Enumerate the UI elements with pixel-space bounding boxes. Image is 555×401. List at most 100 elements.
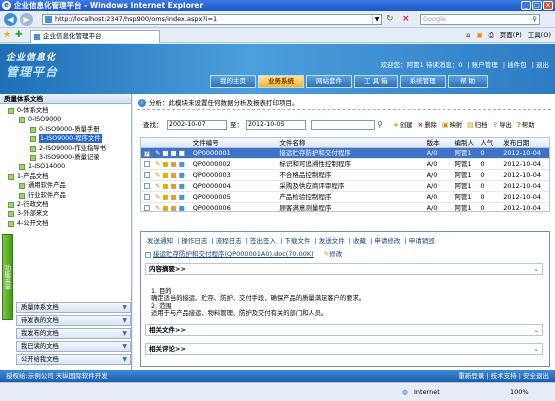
relogin-link[interactable]: 重新登录	[458, 372, 484, 380]
table-row[interactable]: ✎ ■ ■ ■ QP0000002 标识和可追溯性控制程序 A/0 阿管1 0 2012-10-0…	[141, 159, 549, 170]
edit-icon[interactable]: ✎	[155, 204, 160, 211]
cell-name[interactable]: 标识和可追溯性控制程序	[279, 159, 426, 169]
header-number[interactable]: 文件编号	[193, 138, 280, 147]
tree-node[interactable]: 通用软件产品	[0, 181, 131, 190]
unread-count[interactable]: 0	[458, 61, 462, 69]
delete-button[interactable]: ×删除	[417, 119, 436, 132]
cell-name[interactable]: 接运贮存防护和交付程序	[279, 148, 426, 158]
edit-icon[interactable]: ✎	[155, 160, 160, 168]
folder-icon[interactable]	[8, 211, 14, 218]
row-checkbox[interactable]	[143, 161, 150, 167]
document-icon[interactable]: ■	[179, 149, 185, 157]
sidebar-menu-pending[interactable]: 待发表的文档 ▼	[16, 315, 131, 326]
folder-icon[interactable]	[30, 126, 36, 133]
document-icon[interactable]: ■	[179, 160, 185, 168]
nav-business[interactable]: 业务系统	[258, 75, 304, 88]
browser-tab[interactable]: 企业信息化管理平台	[30, 30, 160, 43]
tree-node[interactable]: 3-ISO9000-质量记录	[0, 153, 131, 162]
sidebar-menu-public[interactable]: 公开给我文档 ▼	[16, 354, 131, 365]
row-checkbox[interactable]: ✓	[143, 151, 150, 157]
folder-icon[interactable]	[30, 145, 36, 152]
page-menu[interactable]: 页面(P)	[500, 30, 522, 41]
table-row[interactable]: ✓ ✎ ■ ■ ■ QP0000001 接运贮存防护和交付程序 A/0 阿管1 0 2012-10-…	[141, 148, 549, 159]
table-row[interactable]: ✎ ■ ■ ■ QP0000004 采购及供应商评审程序 A/0 阿管1 0 2012-10-04	[141, 181, 549, 192]
document-icon[interactable]: ■	[179, 182, 185, 190]
cell-number[interactable]: QP0000002	[193, 159, 280, 169]
folder-icon[interactable]: ■	[171, 171, 177, 179]
row-checkbox[interactable]	[143, 172, 150, 178]
cell-number[interactable]: QP0000001	[193, 148, 280, 158]
document-icon[interactable]: ■	[179, 171, 185, 179]
maximize-button[interactable]: □	[532, 1, 542, 10]
lock-icon[interactable]: ■	[162, 149, 168, 157]
table-row[interactable]: ✎ ■ ■ ■ QP0000006 顾客满意测量程序 A/0 阿管1 0 2012-10-04	[141, 203, 549, 211]
table-row[interactable]: ✎ ■ ■ ■ QP0000003 不合格品控制程序 A/0 阿管1 0 2012-10-04	[141, 170, 549, 181]
home-icon[interactable]: ⌂	[466, 30, 470, 41]
action-oplog[interactable]: | 操作日志	[177, 237, 207, 245]
sidebar-menu-quality-docs[interactable]: 质量体系文档 ▼	[16, 302, 131, 313]
document-icon[interactable]: ■	[179, 193, 185, 201]
date-to-input[interactable]: 2012-10-05	[246, 120, 306, 130]
address-input[interactable]: http://localhost:2347/hsp900/oms/index.a…	[42, 14, 382, 25]
row-checkbox[interactable]	[143, 205, 150, 211]
header-version[interactable]: 版本	[427, 138, 455, 147]
search-icon[interactable]: ⚲	[377, 119, 383, 131]
support-link[interactable]: | 技术支持	[486, 372, 516, 380]
nav-toolbox[interactable]: 工 具 箱	[354, 75, 398, 88]
cell-number[interactable]: QP0000005	[193, 192, 280, 202]
folder-icon[interactable]: ■	[171, 182, 177, 190]
header-author[interactable]: 编制人	[454, 138, 480, 147]
cell-number[interactable]: QP0000004	[193, 181, 280, 191]
folder-icon[interactable]	[19, 117, 25, 124]
date-from-input[interactable]: 2002-10-07	[167, 120, 227, 130]
row-checkbox[interactable]	[143, 183, 150, 189]
folder-icon[interactable]: ■	[171, 204, 177, 211]
header-popularity[interactable]: 人气	[480, 138, 503, 147]
tree-node[interactable]: 2-行政文档	[0, 200, 131, 209]
folder-icon[interactable]	[19, 192, 25, 199]
search-input[interactable]: Google ⚲	[420, 14, 540, 25]
feed-icon[interactable]: ▣	[476, 30, 482, 41]
lock-icon[interactable]: ■	[162, 182, 168, 190]
export-button[interactable]: ⇪导出	[492, 119, 511, 132]
cell-name[interactable]: 不合格品控制程序	[279, 170, 426, 180]
tree-node[interactable]: 3-外部来文	[0, 209, 131, 218]
folder-icon[interactable]	[19, 164, 25, 171]
logout-link[interactable]: | 退出	[532, 61, 549, 69]
edit-icon[interactable]: ✎	[155, 193, 160, 201]
nav-home[interactable]: 我的主页	[210, 75, 256, 88]
action-send[interactable]: | 发送文件	[314, 237, 344, 245]
account-link[interactable]: | 账户管理	[468, 61, 498, 69]
nav-website[interactable]: 网站套件	[306, 75, 352, 88]
folder-icon[interactable]: ■	[171, 149, 177, 157]
lock-icon[interactable]: ■	[162, 160, 168, 168]
stop-icon[interactable]: ×	[402, 14, 414, 25]
folder-icon[interactable]	[19, 183, 25, 190]
action-favorite[interactable]: | 收藏	[349, 237, 366, 245]
create-button[interactable]: +创建	[393, 119, 412, 132]
tree-node[interactable]: 1-产品文档	[0, 172, 131, 181]
close-button[interactable]: ×	[543, 1, 553, 10]
favorites-star-icon[interactable]: ★	[3, 30, 11, 40]
archive-button[interactable]: ▤归档	[467, 119, 487, 132]
folder-icon[interactable]	[30, 154, 36, 161]
folder-icon[interactable]	[8, 173, 14, 180]
print-icon[interactable]: ⎙	[489, 30, 494, 41]
tree-node[interactable]: 0-ISO9000	[0, 115, 131, 124]
keyword-input[interactable]	[311, 120, 375, 130]
row-checkbox[interactable]	[143, 194, 150, 200]
document-icon[interactable]: ■	[179, 204, 185, 211]
tree-node[interactable]: 1-ISO14000	[0, 162, 131, 171]
action-checkout[interactable]: | 签出签入	[246, 237, 276, 245]
action-request-edit[interactable]: | 申请修改	[370, 237, 400, 245]
header-name[interactable]: 文件名称	[279, 138, 426, 147]
action-flowlog[interactable]: | 流程日志	[211, 237, 241, 245]
action-request-destroy[interactable]: | 申请销毁	[404, 237, 434, 245]
lock-icon[interactable]: ■	[162, 193, 168, 201]
address-dropdown-icon[interactable]: ▼	[372, 15, 381, 24]
folder-icon[interactable]: ■	[171, 160, 177, 168]
help-button[interactable]: ?帮助	[517, 119, 535, 132]
attachment-checkbox[interactable]	[145, 252, 151, 258]
nav-system[interactable]: 系统管理	[399, 75, 446, 88]
related-files-section[interactable]: 相关文件>> ⌄	[145, 324, 543, 336]
